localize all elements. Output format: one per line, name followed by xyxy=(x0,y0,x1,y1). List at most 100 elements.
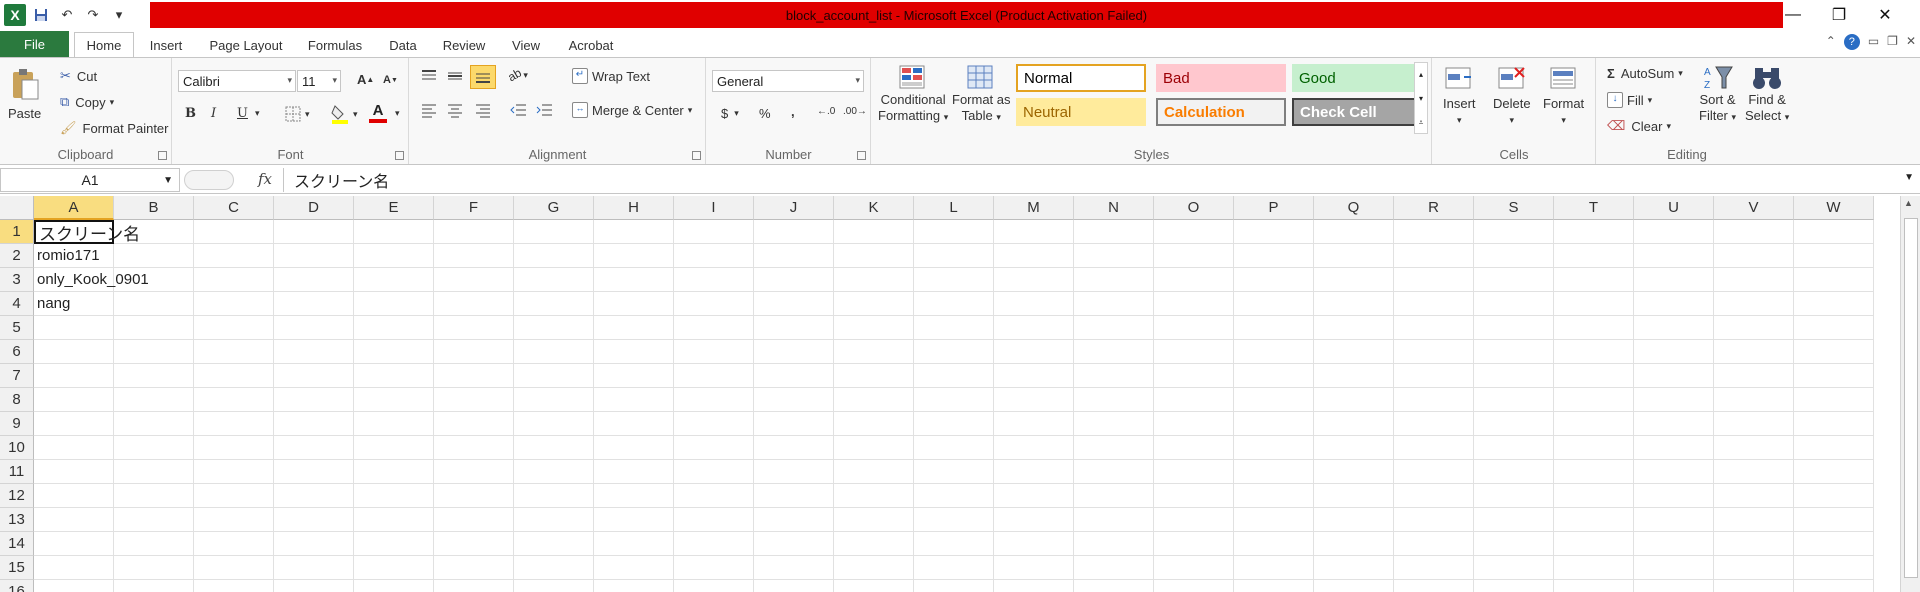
cell-t7[interactable] xyxy=(1554,364,1634,388)
undo-icon[interactable]: ↶ xyxy=(56,4,78,26)
column-header-u[interactable]: U xyxy=(1634,196,1714,220)
column-header-l[interactable]: L xyxy=(914,196,994,220)
cell-j15[interactable] xyxy=(754,556,834,580)
cell-v7[interactable] xyxy=(1714,364,1794,388)
cell-b15[interactable] xyxy=(114,556,194,580)
expand-formula-bar-icon[interactable]: ▼ xyxy=(1904,172,1914,183)
cell-a12[interactable] xyxy=(34,484,114,508)
align-left-icon[interactable] xyxy=(420,102,438,118)
cell-q9[interactable] xyxy=(1314,412,1394,436)
cell-l2[interactable] xyxy=(914,244,994,268)
scrollbar-thumb[interactable] xyxy=(1904,218,1918,578)
cell-e14[interactable] xyxy=(354,532,434,556)
cell-u6[interactable] xyxy=(1634,340,1714,364)
column-header-p[interactable]: P xyxy=(1234,196,1314,220)
cell-t14[interactable] xyxy=(1554,532,1634,556)
cell-b14[interactable] xyxy=(114,532,194,556)
column-header-f[interactable]: F xyxy=(434,196,514,220)
row-header-11[interactable]: 11 xyxy=(0,460,34,484)
cell-f8[interactable] xyxy=(434,388,514,412)
cell-o16[interactable] xyxy=(1154,580,1234,592)
cell-p12[interactable] xyxy=(1234,484,1314,508)
cell-g14[interactable] xyxy=(514,532,594,556)
name-box[interactable]: A1 ▼ xyxy=(0,168,180,192)
cell-a15[interactable] xyxy=(34,556,114,580)
cell-u14[interactable] xyxy=(1634,532,1714,556)
cell-d7[interactable] xyxy=(274,364,354,388)
cell-s5[interactable] xyxy=(1474,316,1554,340)
cell-r12[interactable] xyxy=(1394,484,1474,508)
cell-h8[interactable] xyxy=(594,388,674,412)
cell-u16[interactable] xyxy=(1634,580,1714,592)
cell-b7[interactable] xyxy=(114,364,194,388)
column-header-v[interactable]: V xyxy=(1714,196,1794,220)
tab-page-layout[interactable]: Page Layout xyxy=(200,32,292,58)
cell-r9[interactable] xyxy=(1394,412,1474,436)
column-header-b[interactable]: B xyxy=(114,196,194,220)
cell-s6[interactable] xyxy=(1474,340,1554,364)
tab-insert[interactable]: Insert xyxy=(140,32,192,58)
cell-o12[interactable] xyxy=(1154,484,1234,508)
row-header-4[interactable]: 4 xyxy=(0,292,34,316)
cell-j16[interactable] xyxy=(754,580,834,592)
cell-j2[interactable] xyxy=(754,244,834,268)
cell-e10[interactable] xyxy=(354,436,434,460)
cell-m11[interactable] xyxy=(994,460,1074,484)
cell-w3[interactable] xyxy=(1794,268,1874,292)
cell-a8[interactable] xyxy=(34,388,114,412)
cell-b16[interactable] xyxy=(114,580,194,592)
cell-u3[interactable] xyxy=(1634,268,1714,292)
row-header-7[interactable]: 7 xyxy=(0,364,34,388)
cell-w13[interactable] xyxy=(1794,508,1874,532)
cell-j3[interactable] xyxy=(754,268,834,292)
cell-l16[interactable] xyxy=(914,580,994,592)
cell-o8[interactable] xyxy=(1154,388,1234,412)
cell-n11[interactable] xyxy=(1074,460,1154,484)
clear-button[interactable]: ⌫ Clear ▾ xyxy=(1607,118,1671,134)
column-header-a[interactable]: A xyxy=(34,196,114,220)
cell-k3[interactable] xyxy=(834,268,914,292)
cell-f9[interactable] xyxy=(434,412,514,436)
tab-data[interactable]: Data xyxy=(380,32,426,58)
cell-u1[interactable] xyxy=(1634,220,1714,244)
cell-m14[interactable] xyxy=(994,532,1074,556)
cell-a6[interactable] xyxy=(34,340,114,364)
cell-j7[interactable] xyxy=(754,364,834,388)
number-launcher-icon[interactable] xyxy=(857,151,866,160)
cell-r3[interactable] xyxy=(1394,268,1474,292)
cell-m13[interactable] xyxy=(994,508,1074,532)
decrease-font-icon[interactable]: A ▼ xyxy=(383,74,398,86)
row-header-3[interactable]: 3 xyxy=(0,268,34,292)
cell-t6[interactable] xyxy=(1554,340,1634,364)
cell-c5[interactable] xyxy=(194,316,274,340)
cell-c9[interactable] xyxy=(194,412,274,436)
cell-style-bad[interactable]: Bad xyxy=(1156,64,1286,92)
excel-logo-icon[interactable]: X xyxy=(4,4,26,26)
cell-b9[interactable] xyxy=(114,412,194,436)
cell-a3[interactable]: only_Kook_0901 xyxy=(34,268,149,292)
cell-k1[interactable] xyxy=(834,220,914,244)
cell-k8[interactable] xyxy=(834,388,914,412)
cell-c12[interactable] xyxy=(194,484,274,508)
cell-m6[interactable] xyxy=(994,340,1074,364)
cell-i4[interactable] xyxy=(674,292,754,316)
cell-l3[interactable] xyxy=(914,268,994,292)
tab-home[interactable]: Home xyxy=(74,32,134,58)
format-cells-button[interactable]: Format ▾ xyxy=(1543,64,1584,128)
cell-e4[interactable] xyxy=(354,292,434,316)
cell-w10[interactable] xyxy=(1794,436,1874,460)
cell-s9[interactable] xyxy=(1474,412,1554,436)
cell-c2[interactable] xyxy=(194,244,274,268)
formula-bar-splitter[interactable] xyxy=(184,170,234,190)
cell-g1[interactable] xyxy=(514,220,594,244)
cell-v2[interactable] xyxy=(1714,244,1794,268)
cell-e7[interactable] xyxy=(354,364,434,388)
cell-i2[interactable] xyxy=(674,244,754,268)
cell-p8[interactable] xyxy=(1234,388,1314,412)
cell-v5[interactable] xyxy=(1714,316,1794,340)
column-header-h[interactable]: H xyxy=(594,196,674,220)
delete-cells-button[interactable]: Delete ▾ xyxy=(1493,64,1531,128)
cell-f3[interactable] xyxy=(434,268,514,292)
cell-i15[interactable] xyxy=(674,556,754,580)
row-header-13[interactable]: 13 xyxy=(0,508,34,532)
